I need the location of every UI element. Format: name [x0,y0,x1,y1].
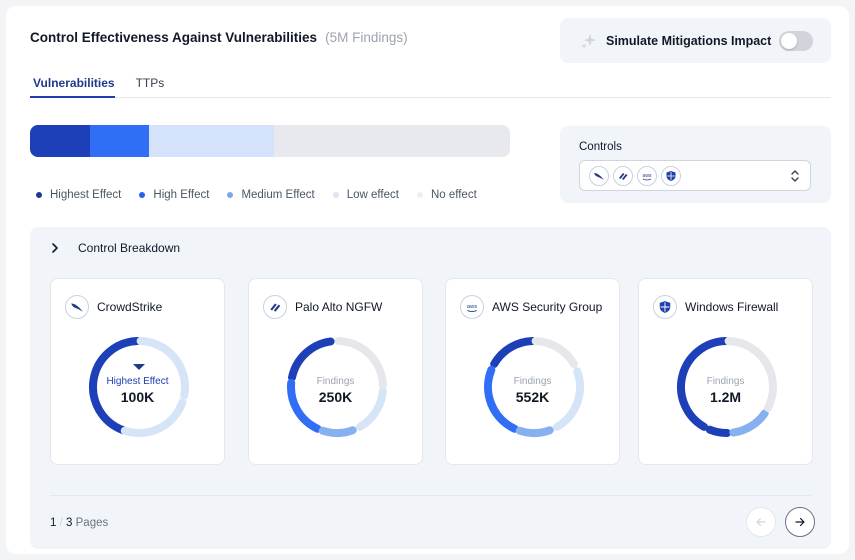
legend-dot [416,192,423,198]
legend-label: High Effect [153,189,210,201]
control-name: AWS Security Group [492,300,603,314]
control-name: Palo Alto NGFW [295,300,383,314]
donut-arc-medium [515,426,554,437]
donut-caption: Findings [706,376,745,387]
legend-item: Low effect [332,189,399,201]
legend-item: Highest Effect [36,189,121,201]
donut-value: 552K [515,389,550,405]
effect-segment-medium-effect [149,125,275,157]
control-card[interactable]: Windows Firewall Findings 1.2M [638,278,813,465]
donut-arc-low [120,398,187,437]
tab-vulnerabilities[interactable]: Vulnerabilities [30,74,115,98]
effect-legend: Highest Effect High Effect Medium Effect Lo… [36,189,477,201]
control-name: CrowdStrike [97,300,163,314]
effect-donut [89,337,189,437]
header: Control Effectiveness Against Vulnerabil… [30,30,408,45]
control-effectiveness-card: Control Effectiveness Against Vulnerabil… [6,6,849,554]
control-card-header: aws AWS Security Group [460,295,602,319]
donut-value: 100K [120,389,155,405]
effect-donut [677,337,777,437]
controls-label: Controls [579,141,622,153]
donut-caption: Findings [316,376,355,387]
windows-shield-icon [653,295,677,319]
chevron-right-icon[interactable] [50,242,60,254]
findings-count: (5M Findings) [325,30,408,45]
control-breakdown-panel: Control Breakdown CrowdStrike Highest Eff… [30,227,831,549]
select-caret-icon [791,169,799,182]
donut-arc-highest [490,337,537,368]
legend-dot [332,192,339,198]
donut-caption: Findings [513,376,552,387]
toggle-knob [781,32,797,49]
simulate-toggle[interactable] [779,30,813,51]
legend-label: Medium Effect [241,189,315,201]
donut-arc-highest [288,337,335,382]
breakdown-title: Control Breakdown [78,241,181,255]
tab-bar: Vulnerabilities TTPs [30,74,831,98]
legend-item: High Effect [139,189,209,201]
donut-value: 1.2M [709,389,742,405]
controls-select[interactable]: aws [579,160,811,191]
palo-alto-icon [613,165,633,186]
effect-segment-high-effect [90,125,150,157]
prev-page-button[interactable] [746,507,776,537]
effect-segment-no-effect [274,125,510,157]
svg-text:aws: aws [467,304,477,310]
aws-icon: aws [637,165,657,186]
pages-suffix: Pages [75,517,109,529]
control-name: Windows Firewall [685,300,779,314]
current-page: 1 [50,517,57,529]
palo-alto-icon [263,295,287,319]
donut-arc-highest [705,425,731,437]
effect-segment-highest-effect [30,125,90,157]
sparkle-icon [581,33,597,49]
legend-label: Highest Effect [50,189,122,201]
tab-ttps[interactable]: TTPs [133,74,165,98]
donut-arc-medium [729,409,769,437]
page-separator: / [59,517,63,529]
control-card-header: CrowdStrike [65,295,162,319]
windows-shield-icon [661,165,681,186]
legend-item: Medium Effect [227,189,315,201]
donut-arc-none [531,337,578,368]
control-card-header: Windows Firewall [653,295,778,319]
arrow-left-icon [756,517,766,527]
simulate-label: Simulate Mitigations Impact [606,33,772,48]
next-page-button[interactable] [785,507,815,537]
pagination-label: 1 / 3 Pages [50,517,108,529]
legend-label: No effect [430,189,477,201]
control-card[interactable]: CrowdStrike Highest Effect 100K [50,278,225,465]
effect-donut [287,337,387,437]
crowdstrike-icon [589,165,609,186]
arrow-right-icon [795,517,805,527]
control-card-header: Palo Alto NGFW [263,295,382,319]
control-card[interactable]: aws AWS Security Group Findings 552K [445,278,620,465]
legend-dot [139,192,146,198]
aws-text: aws [643,173,652,179]
legend-dot [227,192,234,198]
legend-item: No effect [416,189,477,201]
legend-label: Low effect [346,189,399,201]
divider [50,495,811,496]
donut-arc-medium [318,426,357,437]
controls-panel: Controls aws [560,126,831,203]
effect-distribution-bar [30,125,510,157]
effect-donut [484,337,584,437]
simulate-mitigations-panel: Simulate Mitigations Impact [560,18,831,63]
breakdown-header[interactable]: Control Breakdown [50,241,180,255]
total-pages: 3 [66,517,73,529]
donut-caption: Highest Effect [106,376,169,387]
crowdstrike-icon [65,295,89,319]
control-card[interactable]: Palo Alto NGFW Findings 250K [248,278,423,465]
legend-dot [36,192,42,198]
donut-value: 250K [318,389,353,405]
page-title: Control Effectiveness Against Vulnerabil… [30,30,318,45]
aws-icon: aws [460,295,484,319]
hover-indicator-icon [133,364,145,370]
